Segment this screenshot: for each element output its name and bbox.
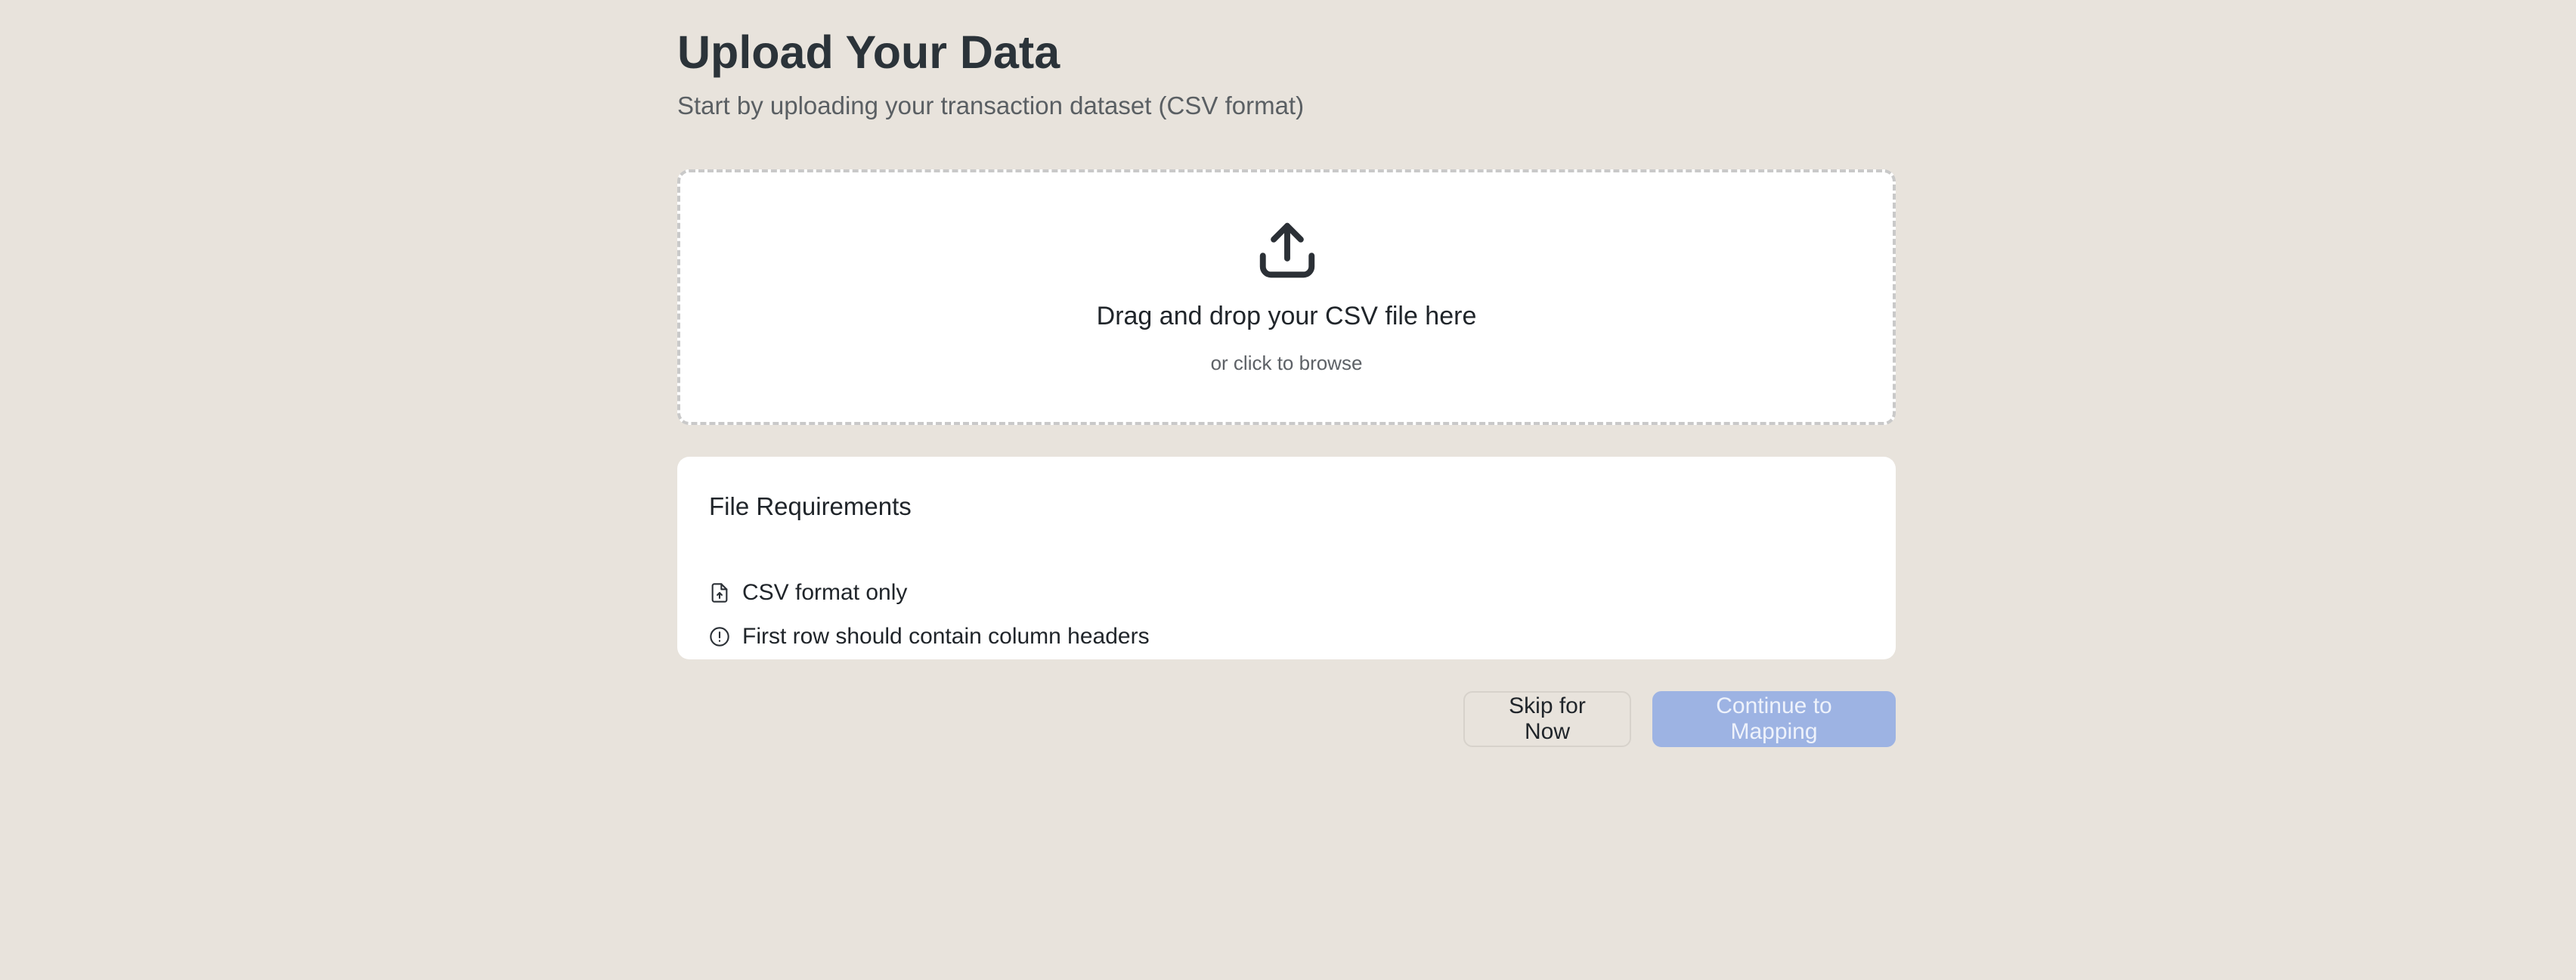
action-buttons: Skip for Now Continue to Mapping: [1463, 691, 1896, 747]
requirement-item-csv-format: CSV format only: [709, 578, 907, 608]
upload-page: Upload Your Data Start by uploading your…: [677, 26, 1896, 747]
alert-circle-icon: [710, 627, 729, 647]
skip-button[interactable]: Skip for Now: [1463, 691, 1631, 747]
requirements-title: File Requirements: [709, 492, 912, 520]
continue-to-mapping-button[interactable]: Continue to Mapping: [1652, 691, 1896, 747]
file-icon: [711, 583, 728, 603]
dropzone-hint: or click to browse: [1210, 352, 1363, 374]
requirement-label: First row should contain column headers: [742, 624, 1150, 649]
page-title: Upload Your Data: [677, 26, 1060, 78]
file-dropzone[interactable]: Drag and drop your CSV file here or clic…: [677, 169, 1896, 425]
dropzone-title: Drag and drop your CSV file here: [1096, 302, 1477, 330]
page-subtitle: Start by uploading your transaction data…: [677, 91, 1305, 119]
upload-icon: [1259, 222, 1315, 278]
requirement-item-column-headers: First row should contain column headers: [709, 622, 1150, 652]
file-requirements-card: File Requirements CSV format only First …: [677, 457, 1896, 659]
requirement-label: CSV format only: [742, 580, 908, 605]
